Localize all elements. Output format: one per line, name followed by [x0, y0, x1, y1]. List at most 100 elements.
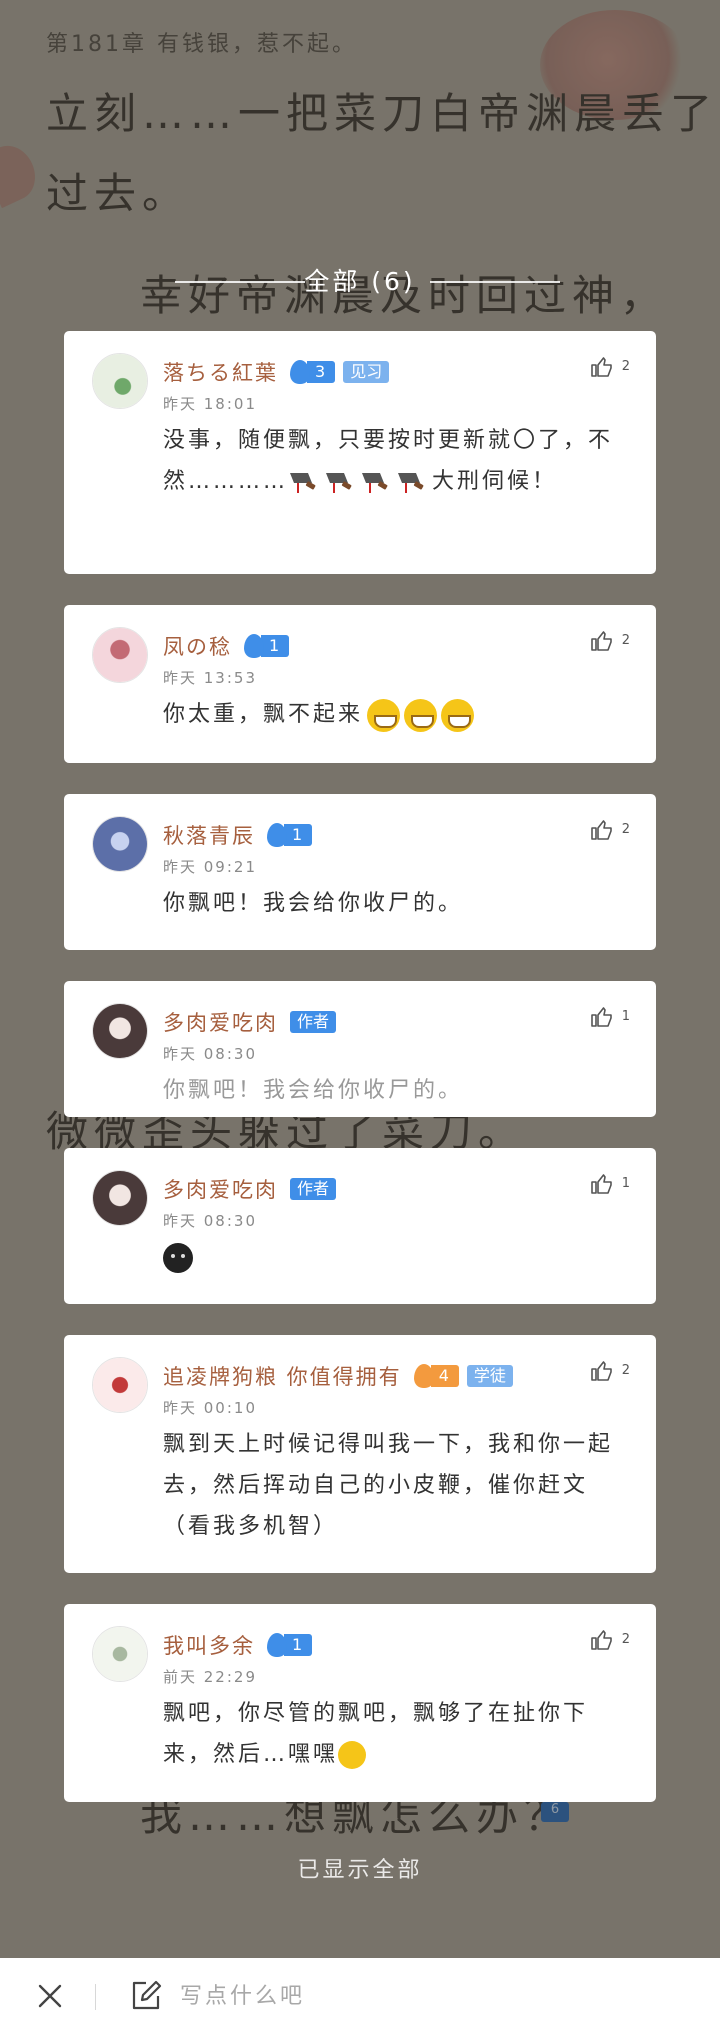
- flame-icon: [267, 1633, 287, 1657]
- like-button[interactable]: 2: [590, 818, 630, 842]
- like-count: 2: [621, 359, 630, 374]
- level-badge: 1: [244, 634, 290, 658]
- rank-tag: 见习: [343, 361, 390, 383]
- flame-icon: [413, 1364, 434, 1388]
- like-count: 2: [621, 1632, 630, 1647]
- level-badge: 4: [413, 1364, 459, 1388]
- grin-emoji-icon: [404, 698, 438, 732]
- avatar[interactable]: [92, 1170, 148, 1226]
- flame-icon: [267, 823, 287, 847]
- thumbs-up-icon: [590, 1007, 612, 1027]
- comments-title: 全部 (6): [304, 267, 416, 296]
- comment-content: [163, 1237, 632, 1278]
- comment-time: 昨天 18:01: [163, 395, 257, 413]
- thumbs-up-icon: [590, 820, 612, 840]
- avatar[interactable]: [92, 1357, 148, 1413]
- avatar[interactable]: [92, 816, 148, 872]
- header-rule: [430, 281, 560, 283]
- like-button[interactable]: 2: [590, 1359, 630, 1383]
- kitchen-knife-icon: [398, 473, 424, 493]
- grin-emoji-icons: [363, 698, 475, 732]
- write-comment-button[interactable]: [128, 1978, 164, 2014]
- comment-text: 飘吧，你尽管的飘吧，飘够了在扯你下来，然后…嘿嘿: [163, 1701, 589, 1767]
- author-tag: 作者: [290, 1011, 337, 1033]
- level-badge: 3: [290, 360, 336, 384]
- kitchen-knife-icons: [288, 469, 432, 494]
- comment-time: 前天 22:29: [163, 1668, 257, 1686]
- bar-divider: [95, 1984, 96, 2010]
- avatar[interactable]: [92, 353, 148, 409]
- like-count: 2: [621, 1363, 630, 1378]
- commenter-name[interactable]: 多肉爱吃肉: [163, 1174, 278, 1204]
- comment-text-suffix: 大刑伺候！: [432, 469, 558, 494]
- author-tag: 作者: [290, 1178, 337, 1200]
- like-button[interactable]: 1: [590, 1005, 630, 1029]
- flame-icon: [244, 634, 264, 658]
- kitchen-knife-icon: [326, 473, 352, 493]
- like-count: 2: [621, 633, 630, 648]
- like-count: 2: [621, 822, 630, 837]
- comment-input[interactable]: [180, 1978, 580, 2014]
- level-number: 1: [284, 1634, 313, 1656]
- thumbs-up-icon: [590, 1630, 612, 1650]
- level-badge: 1: [267, 823, 313, 847]
- like-button[interactable]: 2: [590, 1628, 630, 1652]
- thumbs-up-icon: [590, 1361, 612, 1381]
- comment-time: 昨天 08:30: [163, 1045, 257, 1063]
- avatar[interactable]: [92, 1003, 148, 1059]
- commenter-name[interactable]: 凤の稔: [163, 631, 232, 661]
- like-count: 1: [621, 1009, 630, 1024]
- header-rule: [175, 281, 305, 283]
- all-shown-label: 已显示全部: [297, 1858, 423, 1883]
- comment-time: 昨天 13:53: [163, 669, 257, 687]
- avatar[interactable]: [92, 627, 148, 683]
- level-number: 1: [261, 635, 290, 657]
- commenter-name[interactable]: 多肉爱吃肉: [163, 1007, 278, 1037]
- comment-text: 你太重，飘不起来: [163, 702, 364, 727]
- black-face-emoji-icon: [163, 1243, 193, 1273]
- kitchen-knife-icon: [290, 473, 316, 493]
- comment-card[interactable]: 追凌牌狗粮 你值得拥有 4 学徒 昨天 00:10 飘到天上时候记得叫我一下，我…: [64, 1335, 656, 1573]
- comment-card[interactable]: 秋落青辰 1 昨天 09:21 你飘吧！我会给你收尸的。 2: [64, 794, 656, 950]
- close-button[interactable]: [32, 1978, 68, 2014]
- comment-card[interactable]: 我叫多余 1 前天 22:29 飘吧，你尽管的飘吧，飘够了在扯你下来，然后…嘿嘿…: [64, 1604, 656, 1802]
- comment-card[interactable]: 落ちる紅葉 3 见习 昨天 18:01 没事，随便飘，只要按时更新就〇了，不然……: [64, 331, 656, 574]
- like-count: 1: [621, 1176, 630, 1191]
- commenter-name[interactable]: 落ちる紅葉: [163, 357, 278, 387]
- avatar[interactable]: [92, 1626, 148, 1682]
- like-button[interactable]: 2: [590, 629, 630, 653]
- like-button[interactable]: 2: [590, 355, 630, 379]
- comment-content: 飘吧，你尽管的飘吧，飘够了在扯你下来，然后…嘿嘿: [163, 1693, 632, 1775]
- commenter-name[interactable]: 追凌牌狗粮 你值得拥有: [163, 1361, 402, 1391]
- comment-content: 你飘吧！我会给你收尸的。: [163, 1078, 464, 1103]
- comment-time: 昨天 08:30: [163, 1212, 257, 1230]
- level-badge: 1: [267, 1633, 313, 1657]
- comment-card[interactable]: 多肉爱吃肉 作者 昨天 08:30 你飘吧！我会给你收尸的。 1: [64, 981, 656, 1117]
- comment-content: 你飘吧！我会给你收尸的。: [163, 891, 464, 916]
- thumbs-up-icon: [590, 631, 612, 651]
- comment-card[interactable]: 多肉爱吃肉 作者 昨天 08:30 1: [64, 1148, 656, 1304]
- bottom-input-bar: [0, 1958, 720, 2039]
- close-icon: [38, 1984, 62, 2008]
- level-number: 3: [307, 361, 336, 383]
- comment-content: 没事，随便飘，只要按时更新就〇了，不然………… 大刑伺候！: [163, 420, 632, 502]
- flame-icon: [290, 360, 310, 384]
- thumbs-up-icon: [590, 1174, 612, 1194]
- level-number: 4: [430, 1365, 459, 1387]
- rank-tag: 学徒: [466, 1365, 513, 1387]
- grin-emoji-icon: [441, 698, 475, 732]
- commenter-name[interactable]: 秋落青辰: [163, 820, 255, 850]
- level-number: 1: [284, 824, 313, 846]
- commenter-name[interactable]: 我叫多余: [163, 1630, 255, 1660]
- grin-emoji-icon: [367, 698, 401, 732]
- edit-icon: [132, 1980, 162, 2010]
- comment-time: 昨天 09:21: [163, 858, 257, 876]
- like-button[interactable]: 1: [590, 1172, 630, 1196]
- comment-card[interactable]: 凤の稔 1 昨天 13:53 你太重，飘不起来 2: [64, 605, 656, 763]
- comment-content: 你太重，飘不起来: [163, 694, 632, 735]
- thumbs-up-icon: [590, 357, 612, 377]
- kitchen-knife-icon: [362, 473, 388, 493]
- comment-content: 飘到天上时候记得叫我一下，我和你一起去，然后挥动自己的小皮鞭，催你赶文（看我多机…: [163, 1432, 614, 1539]
- comments-header: 全部 (6): [0, 262, 720, 302]
- comment-time: 昨天 00:10: [163, 1399, 257, 1417]
